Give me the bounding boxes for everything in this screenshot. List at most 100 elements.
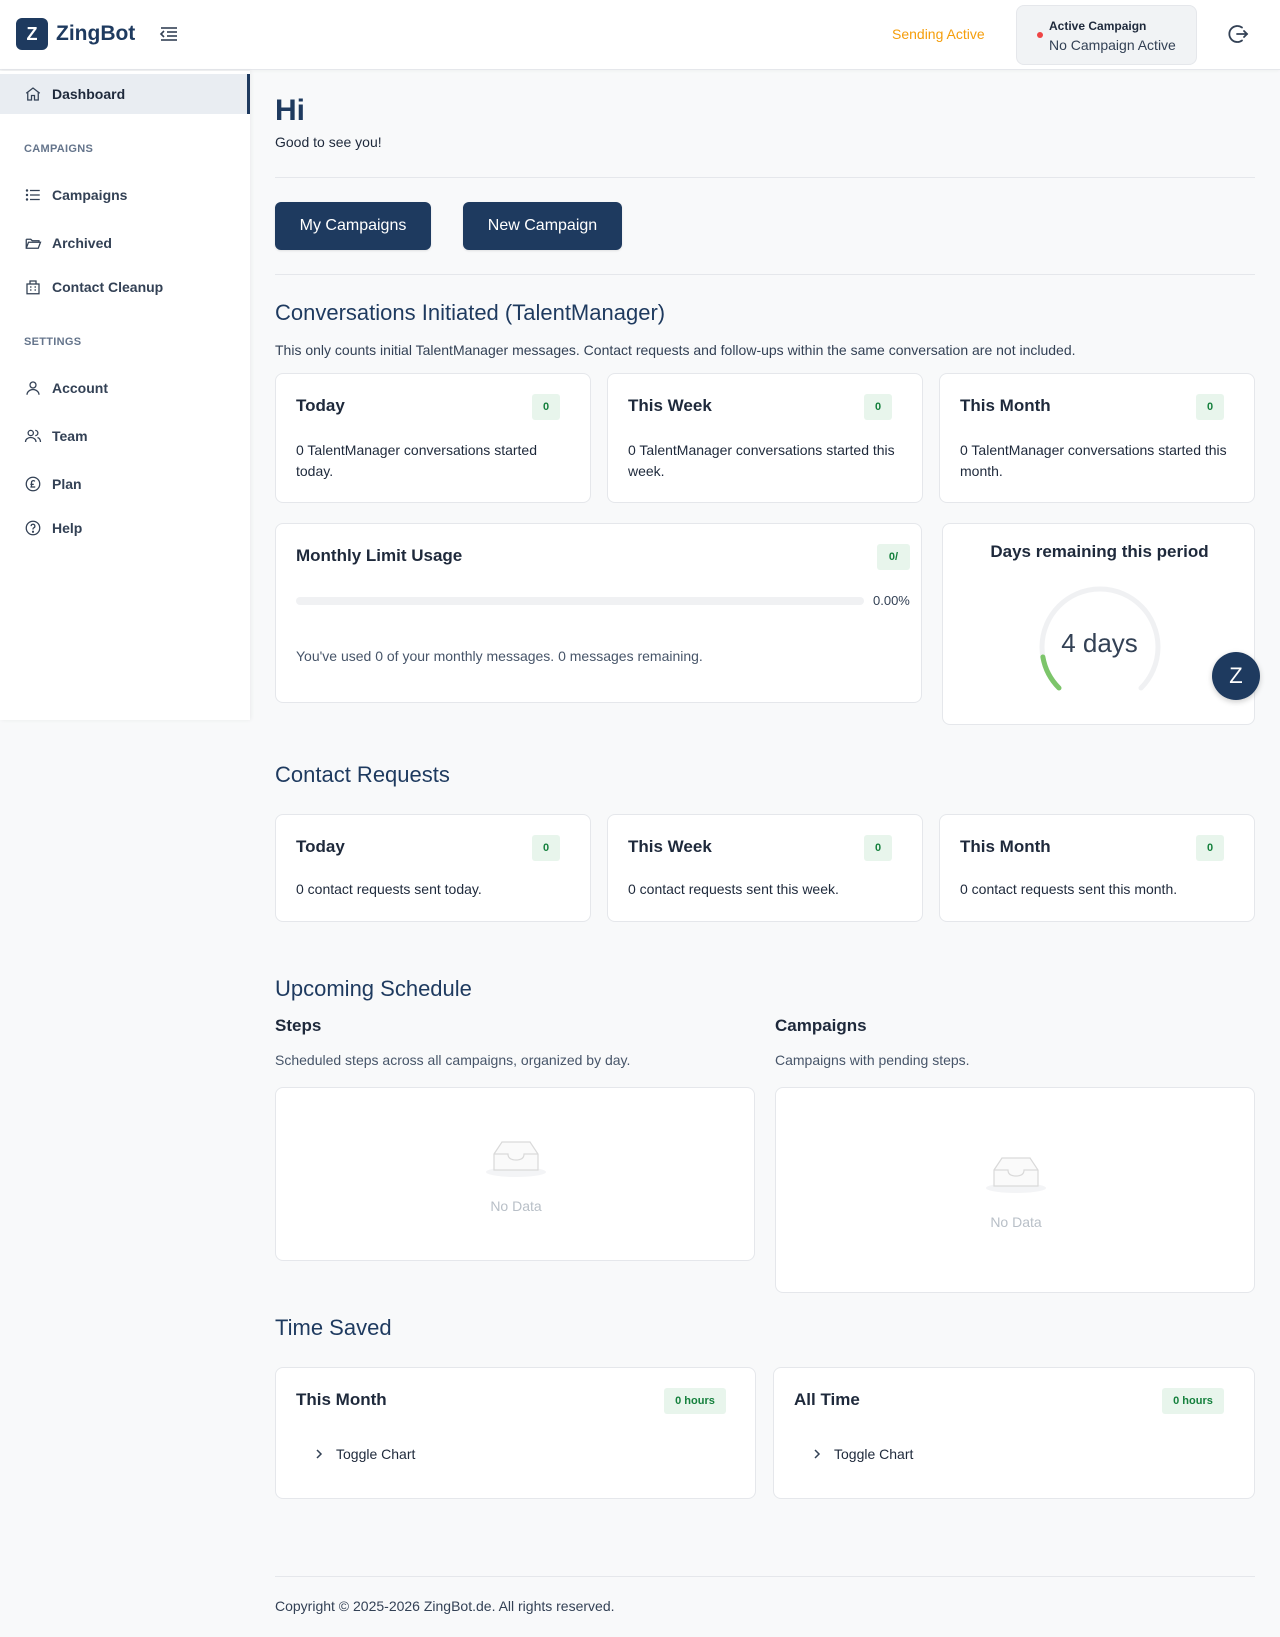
logout-button[interactable]: [1226, 22, 1250, 46]
help-circle-icon: [25, 520, 41, 536]
monthly-usage-progress-bar: [296, 597, 864, 605]
time-saved-alltime-card: All Time 0 hours Toggle Chart: [773, 1367, 1255, 1499]
gauge-fill: [1040, 654, 1062, 691]
logout-icon: [1228, 25, 1249, 43]
card-text: 0 contact requests sent this month.: [960, 881, 1178, 897]
toggle-chart-label: Toggle Chart: [336, 1446, 416, 1462]
divider: [275, 274, 1255, 275]
folder-open-icon: [25, 238, 42, 249]
toggle-chart-label: Toggle Chart: [834, 1446, 914, 1462]
time-saved-month-card: This Month 0 hours Toggle Chart: [275, 1367, 756, 1499]
card-text: 0 contact requests sent today.: [296, 881, 482, 897]
card-text: 0 TalentManager conversations started th…: [628, 442, 895, 479]
progress-percent: 0.00%: [873, 593, 910, 608]
steps-title: Steps: [275, 1016, 322, 1035]
sending-status: Sending Active: [892, 26, 985, 42]
sidebar-item-label: Help: [52, 520, 83, 536]
hours-badge: 0 hours: [664, 1388, 726, 1414]
sidebar-item-label: Campaigns: [52, 187, 128, 203]
card-title: Today: [296, 837, 345, 856]
sidebar-section-campaigns: CAMPAIGNS: [24, 143, 94, 155]
card-text: 0 TalentManager conversations started th…: [960, 442, 1227, 479]
user-icon: [26, 381, 40, 395]
status-dot: [1037, 32, 1043, 38]
campaigns-description: Campaigns with pending steps.: [775, 1052, 970, 1068]
footer-divider: [275, 1576, 1255, 1577]
active-campaign-value: No Campaign Active: [1049, 37, 1176, 53]
contact-requests-month-card: This Month 0 0 contact requests sent thi…: [939, 814, 1255, 922]
list-icon: [25, 189, 40, 201]
empty-inbox-icon: [486, 1141, 546, 1177]
conversations-section-title: Conversations Initiated (TalentManager): [275, 300, 666, 325]
footer-copyright: Copyright © 2025-2026 ZingBot.de. All ri…: [275, 1598, 615, 1614]
count-badge: 0: [1196, 394, 1224, 420]
card-title: All Time: [794, 1390, 860, 1409]
count-badge: 0: [1196, 835, 1224, 861]
sidebar-item-contact-cleanup[interactable]: Contact Cleanup: [0, 267, 250, 307]
collapse-sidebar-button[interactable]: [158, 24, 180, 44]
sidebar-item-campaigns[interactable]: Campaigns: [0, 175, 250, 215]
conversations-section-description: This only counts initial TalentManager m…: [275, 342, 1076, 358]
card-title: Today: [296, 396, 345, 415]
days-remaining-value: 4 days: [1061, 628, 1138, 658]
card-title: This Week: [628, 396, 712, 415]
usage-badge: 0/: [877, 544, 910, 570]
sidebar-item-help[interactable]: Help: [0, 508, 250, 548]
toggle-chart-button[interactable]: Toggle Chart: [810, 1446, 913, 1462]
app-logo[interactable]: Z ZingBot: [16, 18, 135, 50]
chat-assistant-button[interactable]: Z: [1212, 652, 1260, 700]
sidebar-item-team[interactable]: Team: [0, 416, 250, 456]
active-campaign-label: Active Campaign: [1049, 19, 1147, 33]
sidebar-item-label: Contact Cleanup: [52, 279, 164, 295]
top-header: Z ZingBot Sending Active Active Campaign…: [0, 0, 1280, 70]
sidebar-item-archived[interactable]: Archived: [0, 223, 250, 263]
contact-requests-week-card: This Week 0 0 contact requests sent this…: [607, 814, 923, 922]
app-name: ZingBot: [56, 22, 136, 45]
page-title: Hi: [275, 94, 305, 127]
sidebar-section-settings: SETTINGS: [24, 336, 82, 348]
pound-circle-icon: [25, 476, 41, 492]
campaigns-empty-card: No Data: [775, 1087, 1255, 1293]
card-text: 0 contact requests sent this week.: [628, 881, 839, 897]
conversations-month-card: This Month 0 0 TalentManager conversatio…: [939, 373, 1255, 503]
monthly-limit-card: Monthly Limit Usage 0/ 0.00% You've used…: [275, 523, 922, 703]
chevron-right-icon: [316, 1449, 323, 1459]
time-saved-section-title: Time Saved: [275, 1315, 392, 1340]
schedule-section-title: Upcoming Schedule: [275, 976, 472, 1001]
sidebar: Dashboard CAMPAIGNS Campaigns Archived C…: [0, 71, 250, 720]
count-badge: 0: [864, 835, 892, 861]
count-badge: 0: [532, 835, 560, 861]
card-title: This Month: [960, 396, 1051, 415]
no-data-text: No Data: [990, 1214, 1042, 1230]
toggle-chart-button[interactable]: Toggle Chart: [312, 1446, 415, 1462]
conversations-today-card: Today 0 0 TalentManager conversations st…: [275, 373, 591, 503]
logo-mark: Z: [16, 18, 48, 50]
new-campaign-button[interactable]: New Campaign: [463, 202, 622, 250]
usage-summary: You've used 0 of your monthly messages. …: [296, 648, 703, 664]
active-campaign-indicator[interactable]: Active Campaign No Campaign Active: [1016, 5, 1197, 65]
hours-badge: 0 hours: [1162, 1388, 1224, 1414]
page-subtitle: Good to see you!: [275, 134, 382, 150]
team-icon: [24, 429, 42, 443]
sidebar-item-account[interactable]: Account: [0, 368, 250, 408]
sidebar-item-label: Account: [52, 380, 108, 396]
count-badge: 0: [532, 394, 560, 420]
menu-collapse-icon: [159, 27, 177, 41]
contact-requests-today-card: Today 0 0 contact requests sent today.: [275, 814, 591, 922]
card-title: This Month: [296, 1390, 387, 1409]
steps-description: Scheduled steps across all campaigns, or…: [275, 1052, 631, 1068]
sidebar-item-label: Team: [52, 428, 88, 444]
sidebar-item-plan[interactable]: Plan: [0, 464, 250, 504]
my-campaigns-button[interactable]: My Campaigns: [275, 202, 431, 250]
campaigns-title: Campaigns: [775, 1016, 867, 1035]
steps-empty-card: No Data: [275, 1087, 755, 1261]
conversations-week-card: This Week 0 0 TalentManager conversation…: [607, 373, 923, 503]
building-icon: [26, 280, 40, 295]
home-icon: [25, 87, 41, 101]
card-title: This Week: [628, 837, 712, 856]
chevron-right-icon: [814, 1449, 821, 1459]
count-badge: 0: [864, 394, 892, 420]
card-title: Days remaining this period: [990, 542, 1209, 561]
empty-inbox-icon: [986, 1157, 1046, 1193]
sidebar-item-dashboard[interactable]: Dashboard: [0, 74, 250, 114]
